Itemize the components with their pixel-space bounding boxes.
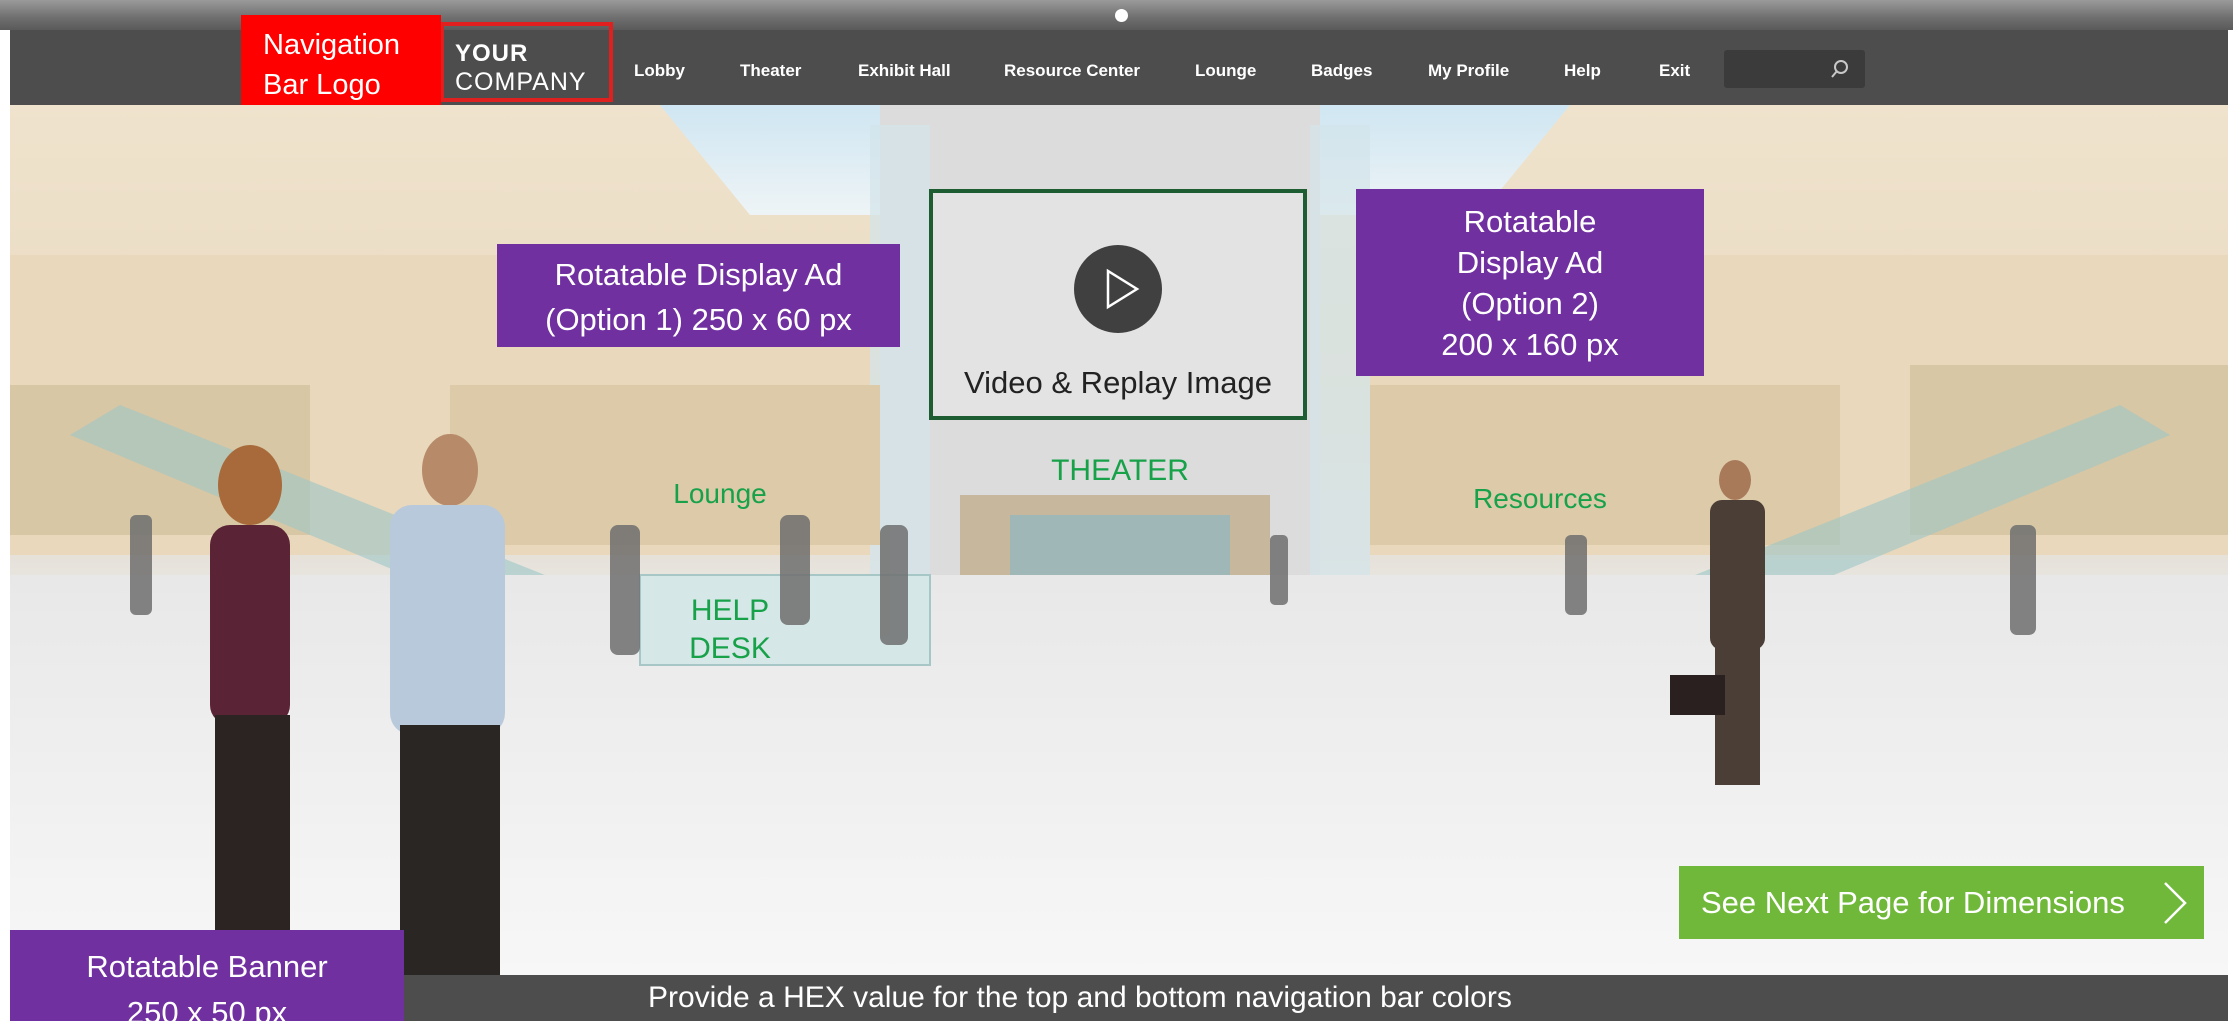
ad1-line-2: (Option 1) 250 x 60 px <box>545 302 852 337</box>
theater-link[interactable]: THEATER <box>1040 452 1200 490</box>
help-desk-line-2: DESK <box>689 632 771 665</box>
next-page-button[interactable]: See Next Page for Dimensions <box>1679 866 2204 939</box>
rotatable-display-ad-option-1[interactable]: Rotatable Display Ad (Option 1) 250 x 60… <box>497 244 900 347</box>
nav-help[interactable]: Help <box>1564 30 1601 105</box>
chevron-right-icon <box>2164 882 2187 924</box>
nav-exit[interactable]: Exit <box>1659 30 1690 105</box>
resources-link[interactable]: Resources <box>1460 480 1620 518</box>
logo-line-1: YOUR <box>455 40 529 67</box>
nav-resource-center[interactable]: Resource Center <box>1004 30 1140 105</box>
banner-line-2: 250 x 50 px <box>126 995 288 1030</box>
nav-lobby[interactable]: Lobby <box>634 30 685 105</box>
logo-line-2: COMPANY <box>455 68 587 96</box>
bottom-nav-note: Provide a HEX value for the top and bott… <box>648 981 1512 1014</box>
rotatable-display-ad-option-2[interactable]: Rotatable Display Ad (Option 2) 200 x 16… <box>1356 189 1704 376</box>
rotatable-banner[interactable]: Rotatable Banner 250 x 50 px <box>10 930 404 1030</box>
help-desk-link[interactable]: HELP DESK <box>680 592 780 668</box>
lounge-link[interactable]: Lounge <box>660 475 780 513</box>
search-icon[interactable] <box>1829 58 1851 80</box>
ad1-line-1: Rotatable Display Ad <box>554 257 843 292</box>
ad2-line-2: Display Ad <box>1456 245 1604 280</box>
nav-theater[interactable]: Theater <box>740 30 801 105</box>
ad2-line-1: Rotatable <box>1463 204 1597 239</box>
next-page-button-label: See Next Page for Dimensions <box>1701 885 2125 920</box>
camera-dot <box>1115 9 1128 22</box>
ad2-line-3: (Option 2) <box>1461 286 1599 321</box>
play-icon[interactable] <box>1073 244 1163 334</box>
company-logo[interactable]: YOUR COMPANY <box>440 22 613 102</box>
nav-logo-annotation-text: Navigation Bar Logo <box>263 29 401 101</box>
search-input[interactable] <box>1724 50 1865 88</box>
nav-logo-annotation: Navigation Bar Logo <box>241 15 441 118</box>
nav-badges[interactable]: Badges <box>1311 30 1372 105</box>
help-desk-line-1: HELP <box>690 594 770 627</box>
banner-line-1: Rotatable Banner <box>86 949 328 984</box>
nav-lounge[interactable]: Lounge <box>1195 30 1256 105</box>
video-label: Video & Replay Image <box>964 365 1272 400</box>
nav-my-profile[interactable]: My Profile <box>1428 30 1509 105</box>
video-replay-image[interactable]: Video & Replay Image <box>929 189 1307 420</box>
ad2-line-4: 200 x 160 px <box>1441 327 1619 362</box>
nav-exhibit-hall[interactable]: Exhibit Hall <box>858 30 951 105</box>
